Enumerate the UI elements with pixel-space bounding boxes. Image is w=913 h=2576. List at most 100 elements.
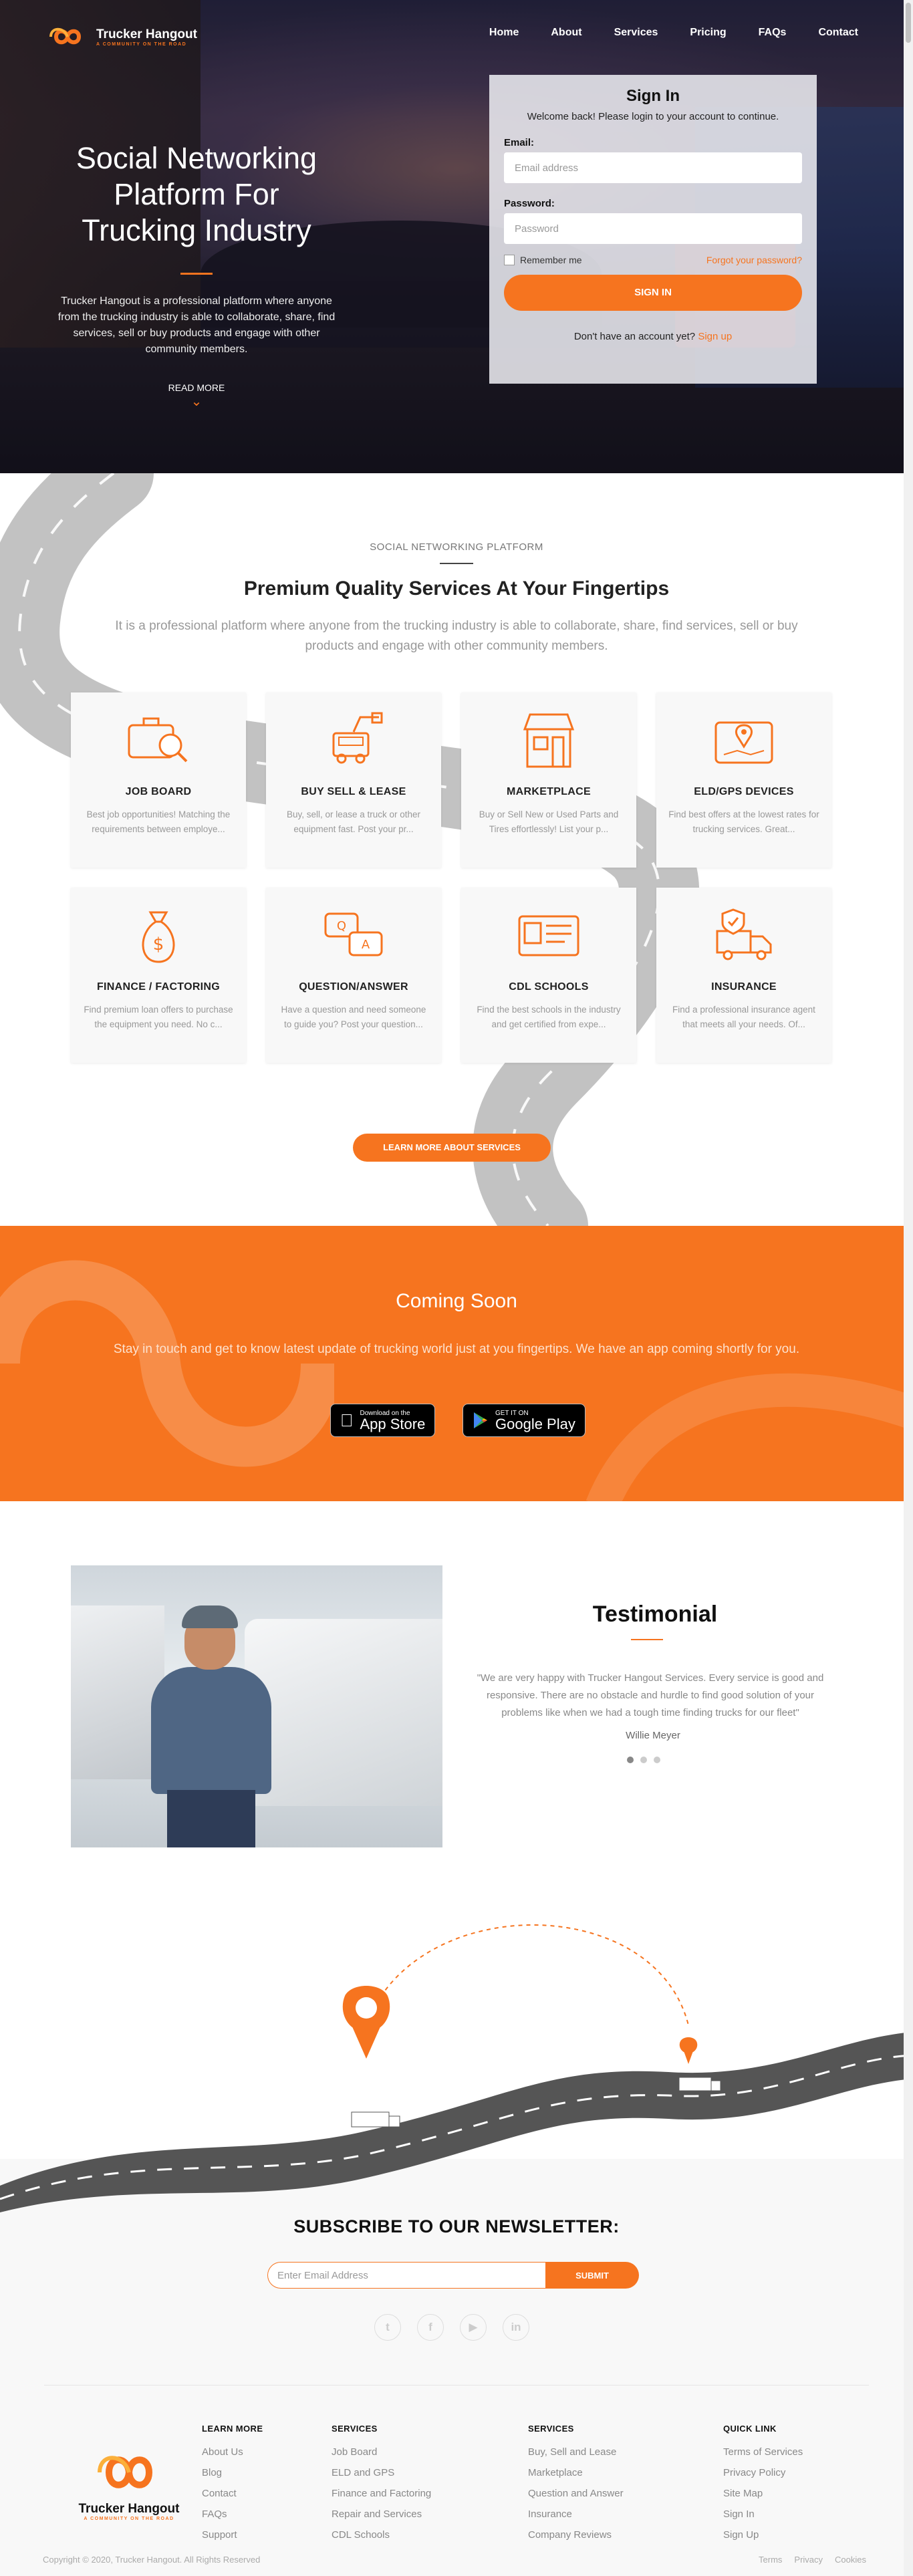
- services-kicker: SOCIAL NETWORKING PLATFORM: [370, 541, 543, 553]
- footer-link[interactable]: Job Board: [332, 2442, 431, 2462]
- nav-about[interactable]: About: [535, 27, 598, 39]
- nav-contact[interactable]: Contact: [802, 27, 858, 39]
- footer-link[interactable]: Contact: [202, 2483, 263, 2504]
- service-card-finance[interactable]: $ FINANCE / FACTORING Find premium loan …: [71, 888, 246, 1063]
- google-play-icon: [474, 1412, 487, 1428]
- twitter-icon[interactable]: t: [374, 2314, 401, 2341]
- apple-icon: : [340, 1410, 354, 1431]
- newsletter-form: Enter Email Address SUBMIT: [267, 2262, 639, 2289]
- footer-col-quick-link: QUICK LINK Terms of Services Privacy Pol…: [723, 2424, 803, 2545]
- testimonial-rule: [631, 1639, 663, 1640]
- service-card-cdl-schools[interactable]: CDL SCHOOLS Find the best schools in the…: [461, 888, 636, 1063]
- read-more-link[interactable]: READ MORE ⌄: [56, 382, 337, 408]
- footer-link[interactable]: Support: [202, 2525, 263, 2545]
- footer-link[interactable]: ELD and GPS: [332, 2462, 431, 2483]
- service-card-insurance[interactable]: INSURANCE Find a professional insurance …: [656, 888, 831, 1063]
- service-card-job-board[interactable]: JOB BOARD Best job opportunities! Matchi…: [71, 692, 246, 868]
- services-rule: [440, 563, 473, 564]
- brand-logo[interactable]: Trucker Hangout A COMMUNITY ON THE ROAD: [44, 24, 197, 49]
- page-scrollbar[interactable]: [904, 0, 913, 2576]
- nav-pricing[interactable]: Pricing: [674, 27, 742, 39]
- footer-link[interactable]: Question and Answer: [528, 2483, 624, 2504]
- infinity-watermark-icon: [585, 1373, 913, 1501]
- scrollbar-thumb[interactable]: [906, 3, 911, 43]
- footer-link[interactable]: Sign Up: [723, 2525, 803, 2545]
- linkedin-icon[interactable]: in: [503, 2314, 529, 2341]
- infinity-logo-icon: [49, 27, 82, 45]
- footer-col-learn-more: LEARN MORE About Us Blog Contact FAQs Su…: [202, 2424, 263, 2545]
- service-card-question-answer[interactable]: QA QUESTION/ANSWER Have a question and n…: [266, 888, 441, 1063]
- service-card-text: Have a question and need someone to guid…: [281, 1005, 426, 1029]
- pagination-dot[interactable]: [640, 1757, 647, 1763]
- footer-link[interactable]: Insurance: [528, 2504, 624, 2525]
- service-card-title: CDL SCHOOLS: [509, 981, 589, 993]
- footer-brand-tagline: A COMMUNITY ON THE ROAD: [84, 2517, 174, 2521]
- youtube-icon[interactable]: ▶: [460, 2314, 487, 2341]
- hero-copy: Social Networking Platform For Trucking …: [56, 140, 337, 408]
- footer-link[interactable]: FAQs: [202, 2504, 263, 2525]
- learn-more-services-button[interactable]: LEARN MORE ABOUT SERVICES: [353, 1134, 551, 1162]
- footer-col-title: SERVICES: [332, 2424, 378, 2434]
- app-store-big: App Store: [347, 1415, 426, 1432]
- coming-soon-section: Coming Soon Stay in touch and get to kno…: [0, 1226, 913, 1501]
- road-map-illustration: [0, 1924, 913, 2212]
- footer-link[interactable]: Privacy Policy: [723, 2462, 803, 2483]
- brand-tagline: A COMMUNITY ON THE ROAD: [96, 41, 187, 47]
- google-play-button[interactable]: GET IT ON Google Play: [463, 1404, 585, 1437]
- service-card-buy-sell-lease[interactable]: BUY SELL & LEASE Buy, sell, or lease a t…: [266, 692, 441, 868]
- cookies-link[interactable]: Cookies: [835, 2555, 866, 2565]
- app-store-button[interactable]:  Download on the App Store: [330, 1404, 436, 1437]
- facebook-icon[interactable]: f: [417, 2314, 444, 2341]
- services-subtitle: It is a professional platform where anyo…: [115, 619, 798, 653]
- remember-me-checkbox[interactable]: Remember me: [504, 255, 582, 265]
- password-label: Password:: [504, 198, 555, 209]
- hero-text: Trucker Hangout is a professional platfo…: [57, 295, 336, 355]
- footer-logo[interactable]: Trucker Hangout A COMMUNITY ON THE ROAD: [72, 2449, 186, 2521]
- footer-col-services: SERVICES Job Board ELD and GPS Finance a…: [332, 2424, 431, 2545]
- terms-link[interactable]: Terms: [759, 2555, 782, 2565]
- footer-link[interactable]: Sign In: [723, 2504, 803, 2525]
- svg-text:$: $: [153, 934, 164, 954]
- checkbox-icon: [504, 255, 515, 265]
- footer: Trucker Hangout A COMMUNITY ON THE ROAD …: [0, 2379, 913, 2576]
- footer-link[interactable]: Repair and Services: [332, 2504, 431, 2525]
- services-grid: JOB BOARD Best job opportunities! Matchi…: [71, 692, 833, 1063]
- footer-link[interactable]: Company Reviews: [528, 2525, 624, 2545]
- hero-section: Trucker Hangout A COMMUNITY ON THE ROAD …: [0, 0, 913, 473]
- signup-link[interactable]: Sign up: [698, 331, 732, 342]
- footer-link[interactable]: Buy, Sell and Lease: [528, 2442, 624, 2462]
- service-card-title: FINANCE / FACTORING: [96, 981, 221, 993]
- forgot-password-link[interactable]: Forgot your password?: [706, 255, 802, 265]
- newsletter-placeholder: Enter Email Address: [277, 2269, 368, 2281]
- newsletter-submit-button[interactable]: SUBMIT: [545, 2262, 639, 2289]
- signup-prompt: Don't have an account yet? Sign up: [504, 331, 802, 342]
- privacy-link[interactable]: Privacy: [794, 2555, 823, 2565]
- footer-link[interactable]: CDL Schools: [332, 2525, 431, 2545]
- svg-text:A: A: [362, 938, 370, 952]
- nav-services[interactable]: Services: [598, 27, 674, 39]
- footer-link[interactable]: About Us: [202, 2442, 263, 2462]
- svg-text:Q: Q: [337, 919, 346, 933]
- password-field[interactable]: Password: [504, 213, 802, 244]
- signin-button[interactable]: SIGN IN: [504, 275, 802, 311]
- nav-home[interactable]: Home: [473, 27, 535, 39]
- footer-link[interactable]: Blog: [202, 2462, 263, 2483]
- service-card-marketplace[interactable]: MARKETPLACE Buy or Sell New or Used Part…: [461, 692, 636, 868]
- email-field[interactable]: Email address: [504, 152, 802, 183]
- service-card-title: JOB BOARD: [125, 786, 192, 797]
- legal-links: Terms Privacy Cookies: [759, 2555, 866, 2565]
- footer-link[interactable]: Marketplace: [528, 2462, 624, 2483]
- footer-link[interactable]: Finance and Factoring: [332, 2483, 431, 2504]
- newsletter-email-input[interactable]: Enter Email Address: [267, 2262, 545, 2289]
- pagination-dot[interactable]: [654, 1757, 660, 1763]
- pagination-dot[interactable]: [627, 1757, 634, 1763]
- testimonial-title: Testimonial: [592, 1601, 718, 1627]
- photo-trucker-cap: [182, 1605, 238, 1628]
- email-label: Email:: [504, 137, 535, 148]
- service-card-eld-gps[interactable]: ELD/GPS DEVICES Find best offers at the …: [656, 692, 831, 868]
- footer-link[interactable]: Terms of Services: [723, 2442, 803, 2462]
- nav-faqs[interactable]: FAQs: [743, 27, 803, 39]
- footer-link[interactable]: Site Map: [723, 2483, 803, 2504]
- license-card-icon: [512, 902, 585, 969]
- footer-col-title: QUICK LINK: [723, 2424, 777, 2434]
